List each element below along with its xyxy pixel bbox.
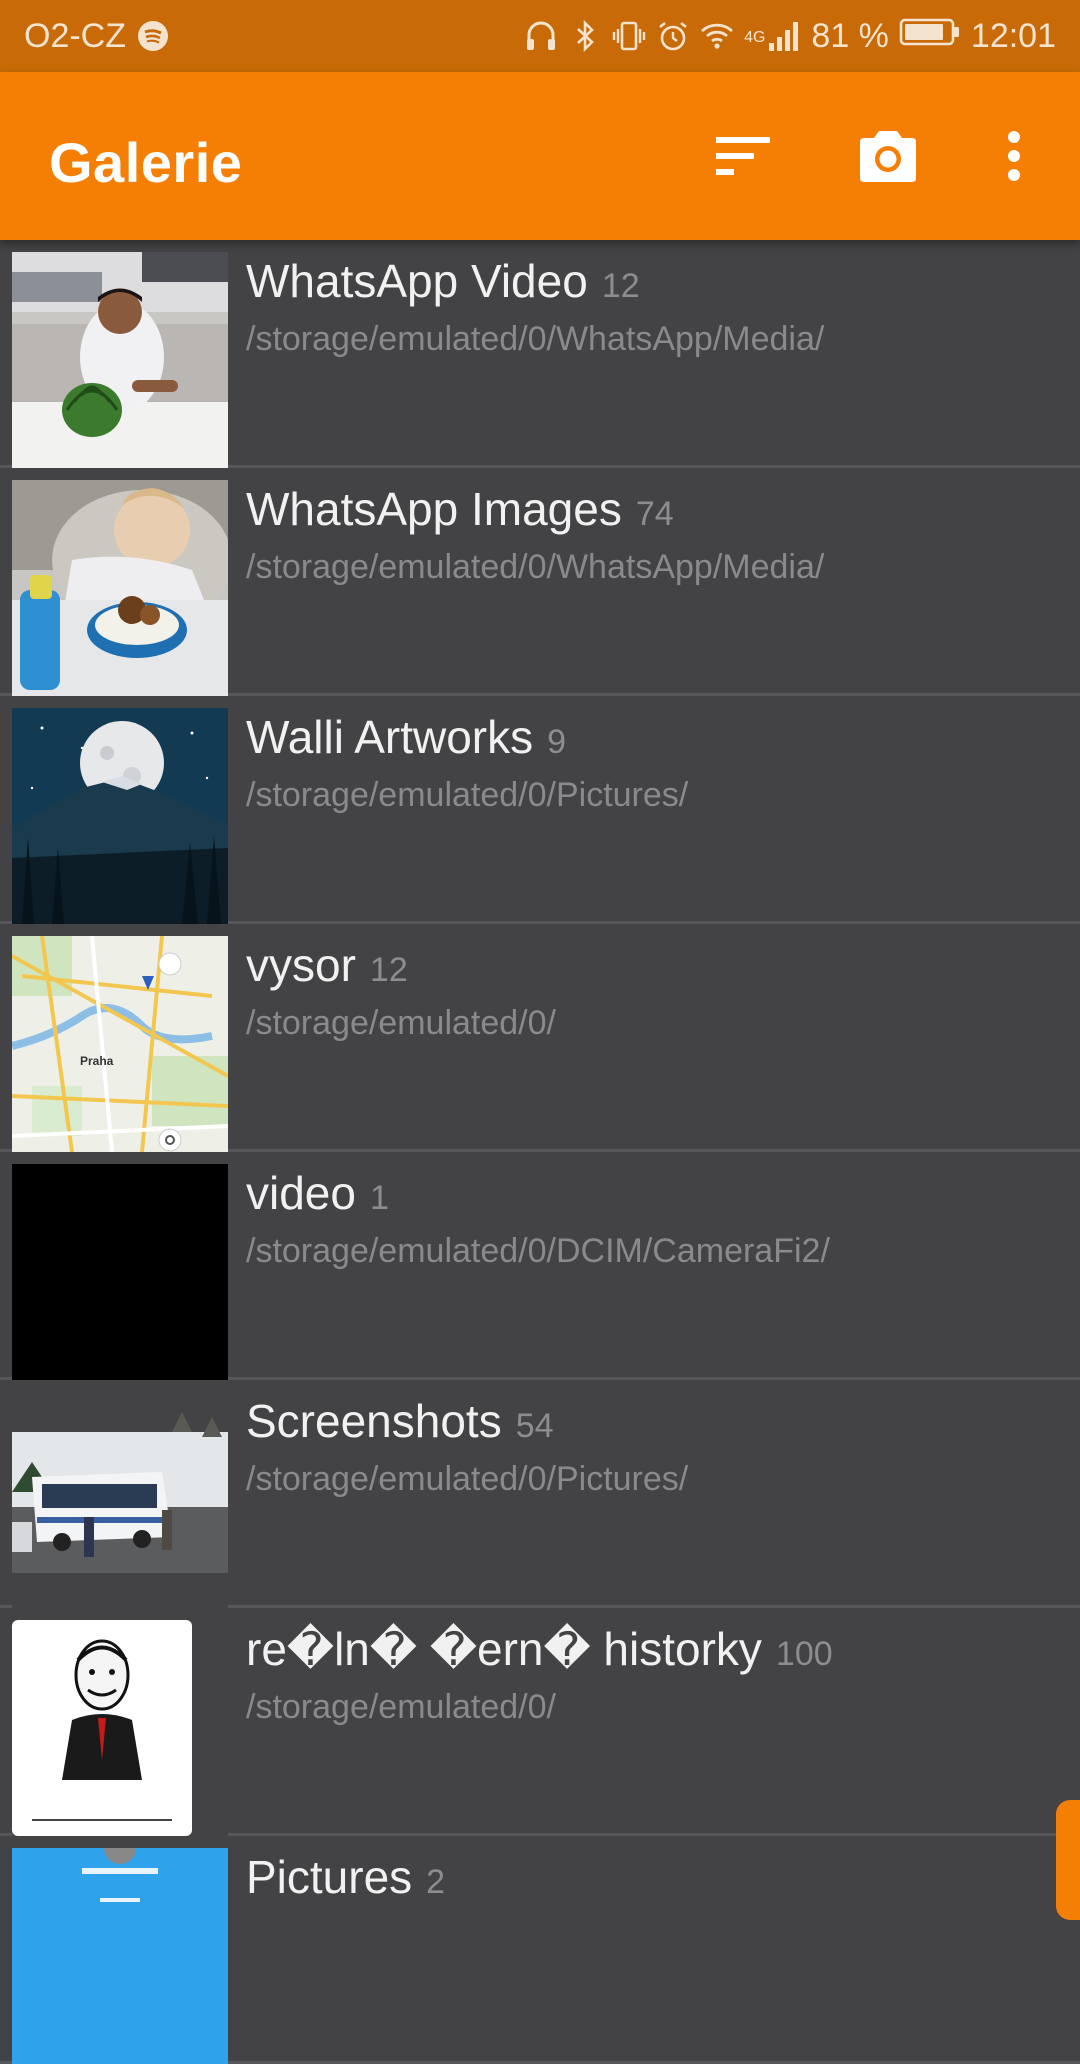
status-bar: O2-CZ 4G 81 % 12:01	[0, 0, 1080, 72]
folder-count: 12	[369, 951, 408, 989]
folder-count: 2	[426, 1863, 446, 1901]
wifi-icon	[700, 19, 734, 53]
bluetooth-icon	[568, 19, 602, 53]
vibrate-icon	[612, 19, 646, 53]
folder-path: /storage/emulated/0/Pictures/	[246, 1460, 689, 1498]
folder-item-vysor[interactable]: Praha vysor 12 /storage/emulated/0/	[0, 924, 1080, 1152]
folder-thumbnail: Praha	[12, 936, 228, 1152]
folder-count: 54	[515, 1407, 554, 1445]
folder-name: WhatsApp Images	[246, 483, 622, 535]
folder-count: 74	[635, 495, 674, 533]
folder-path: /storage/emulated/0/WhatsApp/Media/	[246, 320, 825, 358]
folder-path: /storage/emulated/0/DCIM/CameraFi2/	[246, 1232, 830, 1270]
clock: 12:01	[970, 16, 1056, 55]
folder-list: WhatsApp Video 12 /storage/emulated/0/Wha…	[0, 240, 1080, 2064]
folder-name: Walli Artworks	[246, 711, 534, 763]
network-type-label: 4G	[744, 28, 766, 46]
spotify-icon	[136, 19, 170, 53]
folder-path: /storage/emulated/0/WhatsApp/Media/	[246, 548, 825, 586]
folder-name: video	[246, 1167, 356, 1219]
folder-path: /storage/emulated/0/	[246, 1004, 556, 1042]
more-options-button[interactable]	[978, 122, 1050, 194]
folder-thumbnail	[12, 1848, 228, 2064]
camera-button[interactable]	[852, 122, 924, 194]
folder-thumbnail	[12, 1164, 228, 1380]
folder-thumbnail	[12, 252, 228, 468]
folder-item-screenshots[interactable]: Screenshots 54 /storage/emulated/0/Pictur…	[0, 1380, 1080, 1608]
folder-item-whatsapp-video[interactable]: WhatsApp Video 12 /storage/emulated/0/Wha…	[0, 240, 1080, 468]
more-vert-icon	[1006, 130, 1022, 187]
sort-icon	[714, 133, 774, 184]
folder-thumbnail	[12, 1392, 228, 1608]
folder-thumbnail	[12, 1620, 228, 1836]
folder-path: /storage/emulated/0/Pictures/	[246, 776, 689, 814]
battery-percent: 81 %	[811, 16, 889, 55]
folder-item-historky[interactable]: re�ln� �ern� historky 100 /storage/emulat…	[0, 1608, 1080, 1836]
folder-count: 12	[601, 267, 640, 305]
app-bar: Galerie	[0, 72, 1080, 240]
carrier-label: O2-CZ	[24, 16, 126, 55]
folder-name: WhatsApp Video	[246, 255, 588, 307]
headphones-icon	[524, 19, 558, 53]
battery-icon	[899, 15, 961, 58]
folder-item-walli-artworks[interactable]: Walli Artworks 9 /storage/emulated/0/Pict…	[0, 696, 1080, 924]
sort-button[interactable]	[708, 122, 780, 194]
folder-count: 9	[547, 723, 567, 761]
fast-scroll-handle[interactable]	[1056, 1800, 1080, 1920]
folder-name: re�ln� �ern� historky	[246, 1623, 762, 1675]
folder-count: 100	[775, 1635, 833, 1673]
signal-icon	[767, 19, 801, 53]
camera-icon	[856, 128, 920, 189]
folder-thumbnail	[12, 480, 228, 696]
map-label: Praha	[80, 1054, 114, 1068]
folder-item-video[interactable]: video 1 /storage/emulated/0/DCIM/CameraFi…	[0, 1152, 1080, 1380]
folder-name: Screenshots	[246, 1395, 502, 1447]
folder-name: vysor	[246, 939, 356, 991]
folder-thumbnail	[12, 708, 228, 924]
folder-count: 1	[369, 1179, 389, 1217]
folder-item-whatsapp-images[interactable]: WhatsApp Images 74 /storage/emulated/0/Wh…	[0, 468, 1080, 696]
folder-name: Pictures	[246, 1851, 413, 1903]
folder-path: /storage/emulated/0/	[246, 1688, 556, 1726]
folder-item-pictures[interactable]: Pictures 2	[0, 1836, 1080, 2064]
alarm-icon	[656, 19, 690, 53]
page-title: Galerie	[49, 131, 243, 194]
